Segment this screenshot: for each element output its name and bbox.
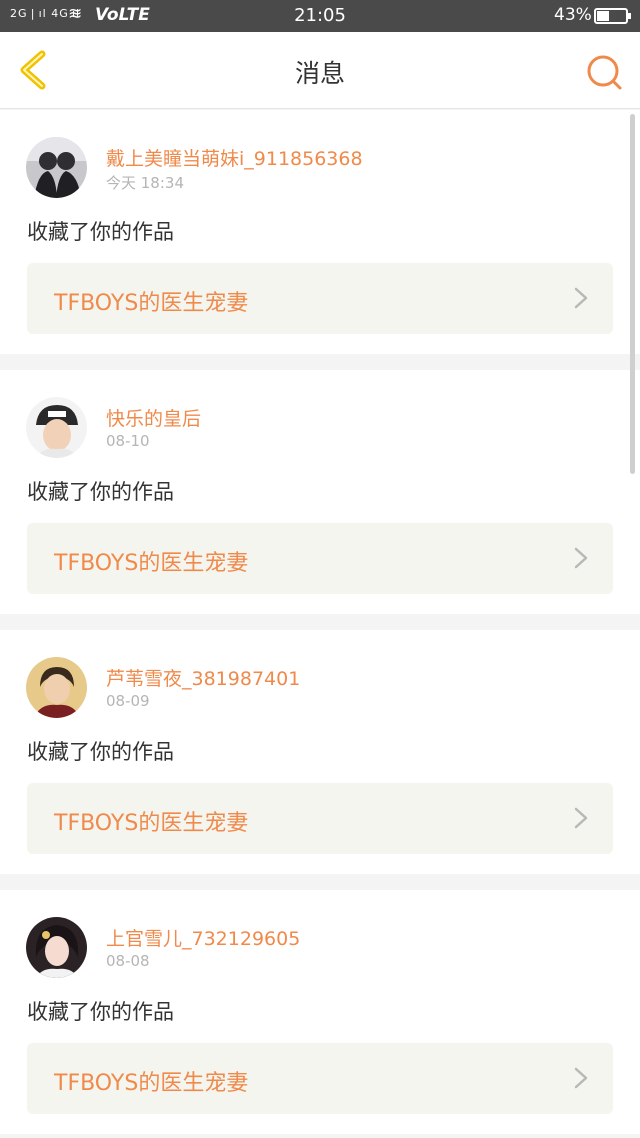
scrollbar[interactable]	[630, 114, 635, 474]
search-icon[interactable]	[584, 52, 624, 92]
avatar[interactable]	[26, 137, 87, 198]
work-link[interactable]: TFBOYS的医生宠妻	[27, 783, 613, 854]
status-bar: 2G | ıl 4G ıl ≋ VoLTE 21:05 43%	[0, 0, 640, 32]
chevron-right-icon	[574, 547, 588, 569]
action-text: 收藏了你的作品	[27, 480, 174, 504]
avatar[interactable]	[26, 917, 87, 978]
username[interactable]: 戴上美瞳当萌妹i_911856368	[106, 144, 363, 171]
work-title: TFBOYS的医生宠妻	[54, 551, 249, 576]
battery-percent: 43%	[554, 5, 592, 25]
action-text: 收藏了你的作品	[27, 1000, 174, 1024]
chevron-right-icon	[574, 807, 588, 829]
username[interactable]: 快乐的皇后	[106, 404, 201, 431]
page-title: 消息	[294, 59, 345, 88]
message-card: 芦苇雪夜_381987401 08-09 收藏了你的作品 TFBOYS的医生宠妻	[0, 630, 640, 874]
message-time: 08-10	[106, 432, 150, 450]
chevron-right-icon	[574, 287, 588, 309]
work-title: TFBOYS的医生宠妻	[54, 1071, 249, 1096]
clock: 21:05	[294, 5, 346, 26]
work-title: TFBOYS的医生宠妻	[54, 291, 249, 316]
message-time: 08-08	[106, 952, 150, 970]
work-title: TFBOYS的医生宠妻	[54, 811, 249, 836]
action-text: 收藏了你的作品	[27, 740, 174, 764]
battery-icon	[594, 8, 631, 24]
avatar[interactable]	[26, 657, 87, 718]
message-time: 08-09	[106, 692, 150, 710]
message-card: 上官雪儿_732129605 08-08 收藏了你的作品 TFBOYS的医生宠妻	[0, 890, 640, 1134]
work-link[interactable]: TFBOYS的医生宠妻	[27, 523, 613, 594]
avatar[interactable]	[26, 397, 87, 458]
action-text: 收藏了你的作品	[27, 220, 174, 244]
message-card: 快乐的皇后 08-10 收藏了你的作品 TFBOYS的医生宠妻	[0, 370, 640, 614]
username[interactable]: 上官雪儿_732129605	[106, 924, 300, 951]
work-link[interactable]: TFBOYS的医生宠妻	[27, 263, 613, 334]
work-link[interactable]: TFBOYS的医生宠妻	[27, 1043, 613, 1114]
chevron-right-icon	[574, 1067, 588, 1089]
message-time: 今天 18:34	[106, 174, 184, 192]
username[interactable]: 芦苇雪夜_381987401	[106, 664, 300, 691]
nav-bar: 消息	[0, 32, 640, 109]
message-card: 戴上美瞳当萌妹i_911856368 今天 18:34 收藏了你的作品 TFBO…	[0, 110, 640, 354]
